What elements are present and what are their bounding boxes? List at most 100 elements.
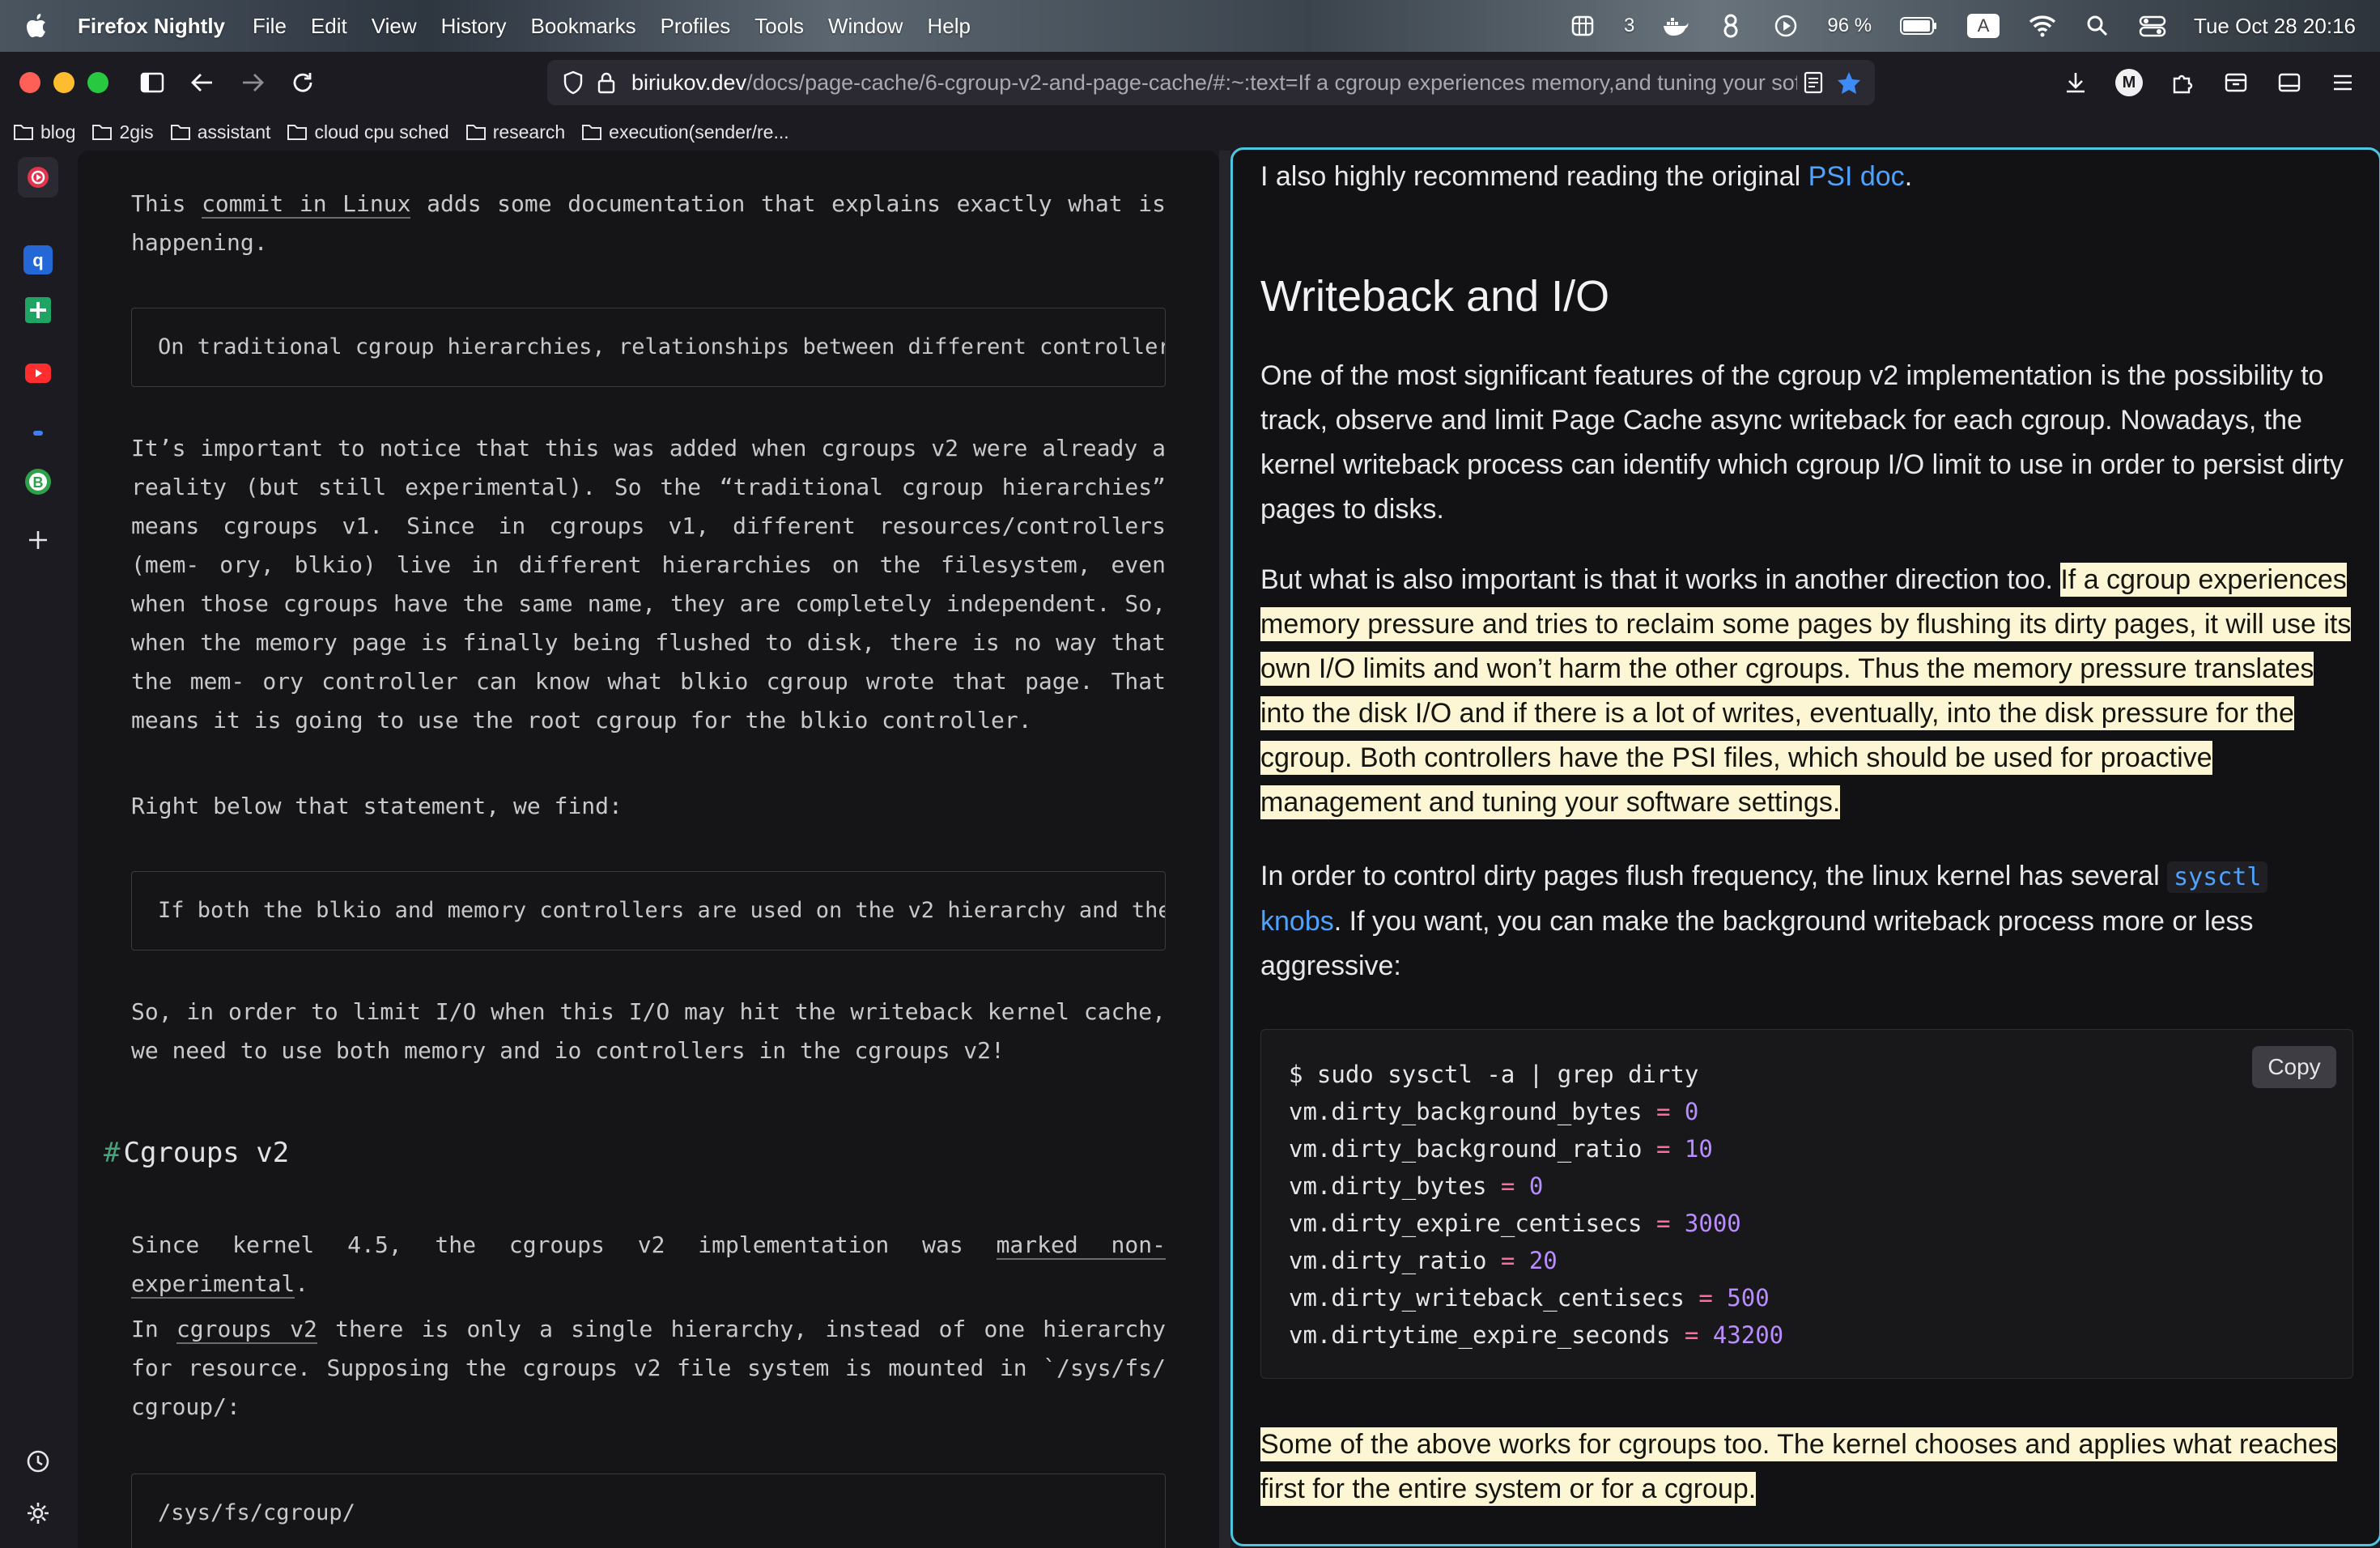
account-avatar[interactable]: M [2108, 62, 2150, 104]
bookmark-label: research [492, 121, 566, 142]
add-panel-icon[interactable] [18, 520, 58, 560]
reader-view-icon[interactable] [1799, 68, 1828, 97]
bookmark-folder-cloud-cpu-sched[interactable]: cloud cpu sched [287, 121, 449, 143]
downloads-icon[interactable] [2055, 62, 2097, 104]
bookmark-folder-execution[interactable]: execution(sender/re... [581, 121, 789, 143]
code-operator: = [1684, 1321, 1699, 1349]
code-operator: = [1655, 1210, 1671, 1237]
folder-icon [14, 125, 33, 140]
menu-help[interactable]: Help [927, 14, 970, 39]
hamburger-menu-icon[interactable] [2322, 62, 2364, 104]
menu-view[interactable]: View [372, 14, 417, 39]
bookmark-folder-2gis[interactable]: 2gis [91, 121, 154, 143]
forward-arrow-icon[interactable] [232, 62, 274, 104]
highlighted-text-fragment: Some of the above works for cgroups too.… [1260, 1427, 2337, 1506]
bookmark-folder-assistant[interactable]: assistant [170, 121, 270, 143]
section-heading-writeback: Writeback and I/O [1260, 272, 1610, 321]
reload-icon[interactable] [282, 62, 324, 104]
bookmarks-bar: blog 2gis assistant cloud cpu sched rese… [0, 113, 2380, 151]
address-bar[interactable]: biriukov.dev/docs/page-cache/6-cgroup-v2… [547, 60, 1875, 105]
text-segment: Since kernel 4.5, the cgroups v2 impleme… [131, 1231, 997, 1258]
heading-anchor-link[interactable]: # [104, 1137, 120, 1169]
copy-button[interactable]: Copy [2252, 1046, 2336, 1088]
menu-history[interactable]: History [441, 14, 507, 39]
code-key: vm.dirty_writeback_centisecs [1289, 1284, 1685, 1312]
code-operator: = [1655, 1098, 1671, 1125]
history-clock-icon[interactable] [18, 1441, 58, 1482]
settings-gear-icon[interactable] [18, 1493, 58, 1533]
bookmark-label: cloud cpu sched [314, 121, 449, 142]
bitcoin-app-icon[interactable]: B [18, 461, 58, 502]
paragraph-memory-pressure: But what is also important is that it wo… [1260, 558, 2352, 825]
code-text: On traditional cgroup hierarchies, relat… [158, 334, 1166, 359]
record-app-icon[interactable] [18, 157, 58, 198]
lock-icon[interactable] [593, 68, 620, 97]
psi-doc-link[interactable]: PSI doc [1808, 161, 1905, 192]
sidebar-panel-icon[interactable] [2268, 62, 2310, 104]
small-dot-icon[interactable] [18, 413, 58, 453]
menu-window[interactable]: Window [828, 14, 903, 39]
bookmark-label: execution(sender/re... [609, 121, 789, 142]
menu-tools[interactable]: Tools [754, 14, 804, 39]
folder-icon [170, 125, 190, 140]
app-menu[interactable]: Firefox Nightly [78, 14, 225, 39]
code-block-sys-fs[interactable]: /sys/fs/cgroup/ [131, 1474, 1166, 1548]
knobs-link-text: knobs [1260, 906, 1334, 937]
docker-icon[interactable] [1662, 12, 1689, 40]
folder-icon [582, 125, 602, 140]
code-text: If both the blkio and memory controllers… [158, 898, 1166, 923]
split-view-divider[interactable] [1219, 151, 1230, 1548]
input-source-icon[interactable]: A [1966, 12, 2001, 40]
sidebar-toggle-icon[interactable] [131, 62, 173, 104]
menu-bookmarks[interactable]: Bookmarks [531, 14, 636, 39]
code-value: 0 [1684, 1098, 1699, 1125]
code-value: 20 [1528, 1247, 1558, 1274]
paragraph-writeback-feature: One of the most significant features of … [1260, 360, 2344, 525]
container-tabs-icon[interactable] [2215, 62, 2257, 104]
text-segment: But what is also important is that it wo… [1260, 564, 2061, 595]
figure-eight-icon[interactable] [1717, 12, 1745, 40]
extensions-puzzle-icon[interactable] [2161, 62, 2204, 104]
bookmark-folder-blog[interactable]: blog [13, 121, 75, 143]
bookmark-star-icon[interactable] [1834, 68, 1864, 97]
code-value: 43200 [1712, 1321, 1784, 1349]
folder-icon [92, 125, 113, 140]
wifi-icon[interactable] [2029, 12, 2056, 40]
apple-menu-icon[interactable] [26, 13, 49, 39]
control-center-icon[interactable] [2139, 12, 2166, 40]
text-segment: In order to control dirty pages flush fr… [1260, 861, 2168, 891]
text-segment: This [131, 190, 202, 217]
browser-sidebar: q B [0, 151, 78, 1548]
code-operator: = [1500, 1172, 1515, 1200]
youtube-icon[interactable] [18, 353, 58, 393]
highlighted-text-fragment: If a cgroup experiences memory pressure … [1260, 563, 2352, 819]
sheets-app-icon[interactable] [18, 290, 58, 330]
menu-file[interactable]: File [253, 14, 287, 39]
commit-link[interactable]: commit in Linux [202, 190, 411, 219]
zoom-window-button[interactable] [87, 72, 108, 93]
paragraph-commit: This commit in Linux adds some documenta… [131, 185, 1166, 262]
close-window-button[interactable] [19, 72, 40, 93]
code-key: vm.dirty_expire_centisecs [1289, 1210, 1643, 1237]
bookmark-folder-research[interactable]: research [465, 121, 565, 143]
sysctl-code-block[interactable]: Copy $ sudo sysctl -a | grep dirty vm.di… [1260, 1029, 2353, 1379]
battery-icon[interactable] [1899, 12, 1938, 40]
menu-profiles[interactable]: Profiles [661, 14, 731, 39]
menu-edit[interactable]: Edit [311, 14, 347, 39]
svg-text:B: B [33, 474, 44, 491]
cgroups-v2-link[interactable]: cgroups v2 [176, 1316, 317, 1344]
tracking-shield-icon[interactable] [559, 68, 588, 97]
code-block-quote-1[interactable]: On traditional cgroup hierarchies, relat… [131, 308, 1166, 387]
url-text[interactable]: biriukov.dev/docs/page-cache/6-cgroup-v2… [631, 70, 1797, 96]
account-initial: M [2115, 69, 2143, 96]
code-block-quote-2[interactable]: If both the blkio and memory controllers… [131, 871, 1166, 950]
q-app-icon[interactable]: q [18, 240, 58, 280]
menu-clock[interactable]: Tue Oct 28 20:16 [2194, 14, 2356, 39]
play-circle-icon[interactable] [1772, 12, 1800, 40]
spotlight-search-icon[interactable] [2084, 12, 2111, 40]
minimize-window-button[interactable] [53, 72, 74, 93]
back-arrow-icon[interactable] [181, 62, 223, 104]
calendar-grid-icon[interactable] [1569, 12, 1596, 40]
status-count: 3 [1623, 15, 1635, 36]
paragraph-below-statement: Right below that statement, we find: [131, 793, 623, 819]
